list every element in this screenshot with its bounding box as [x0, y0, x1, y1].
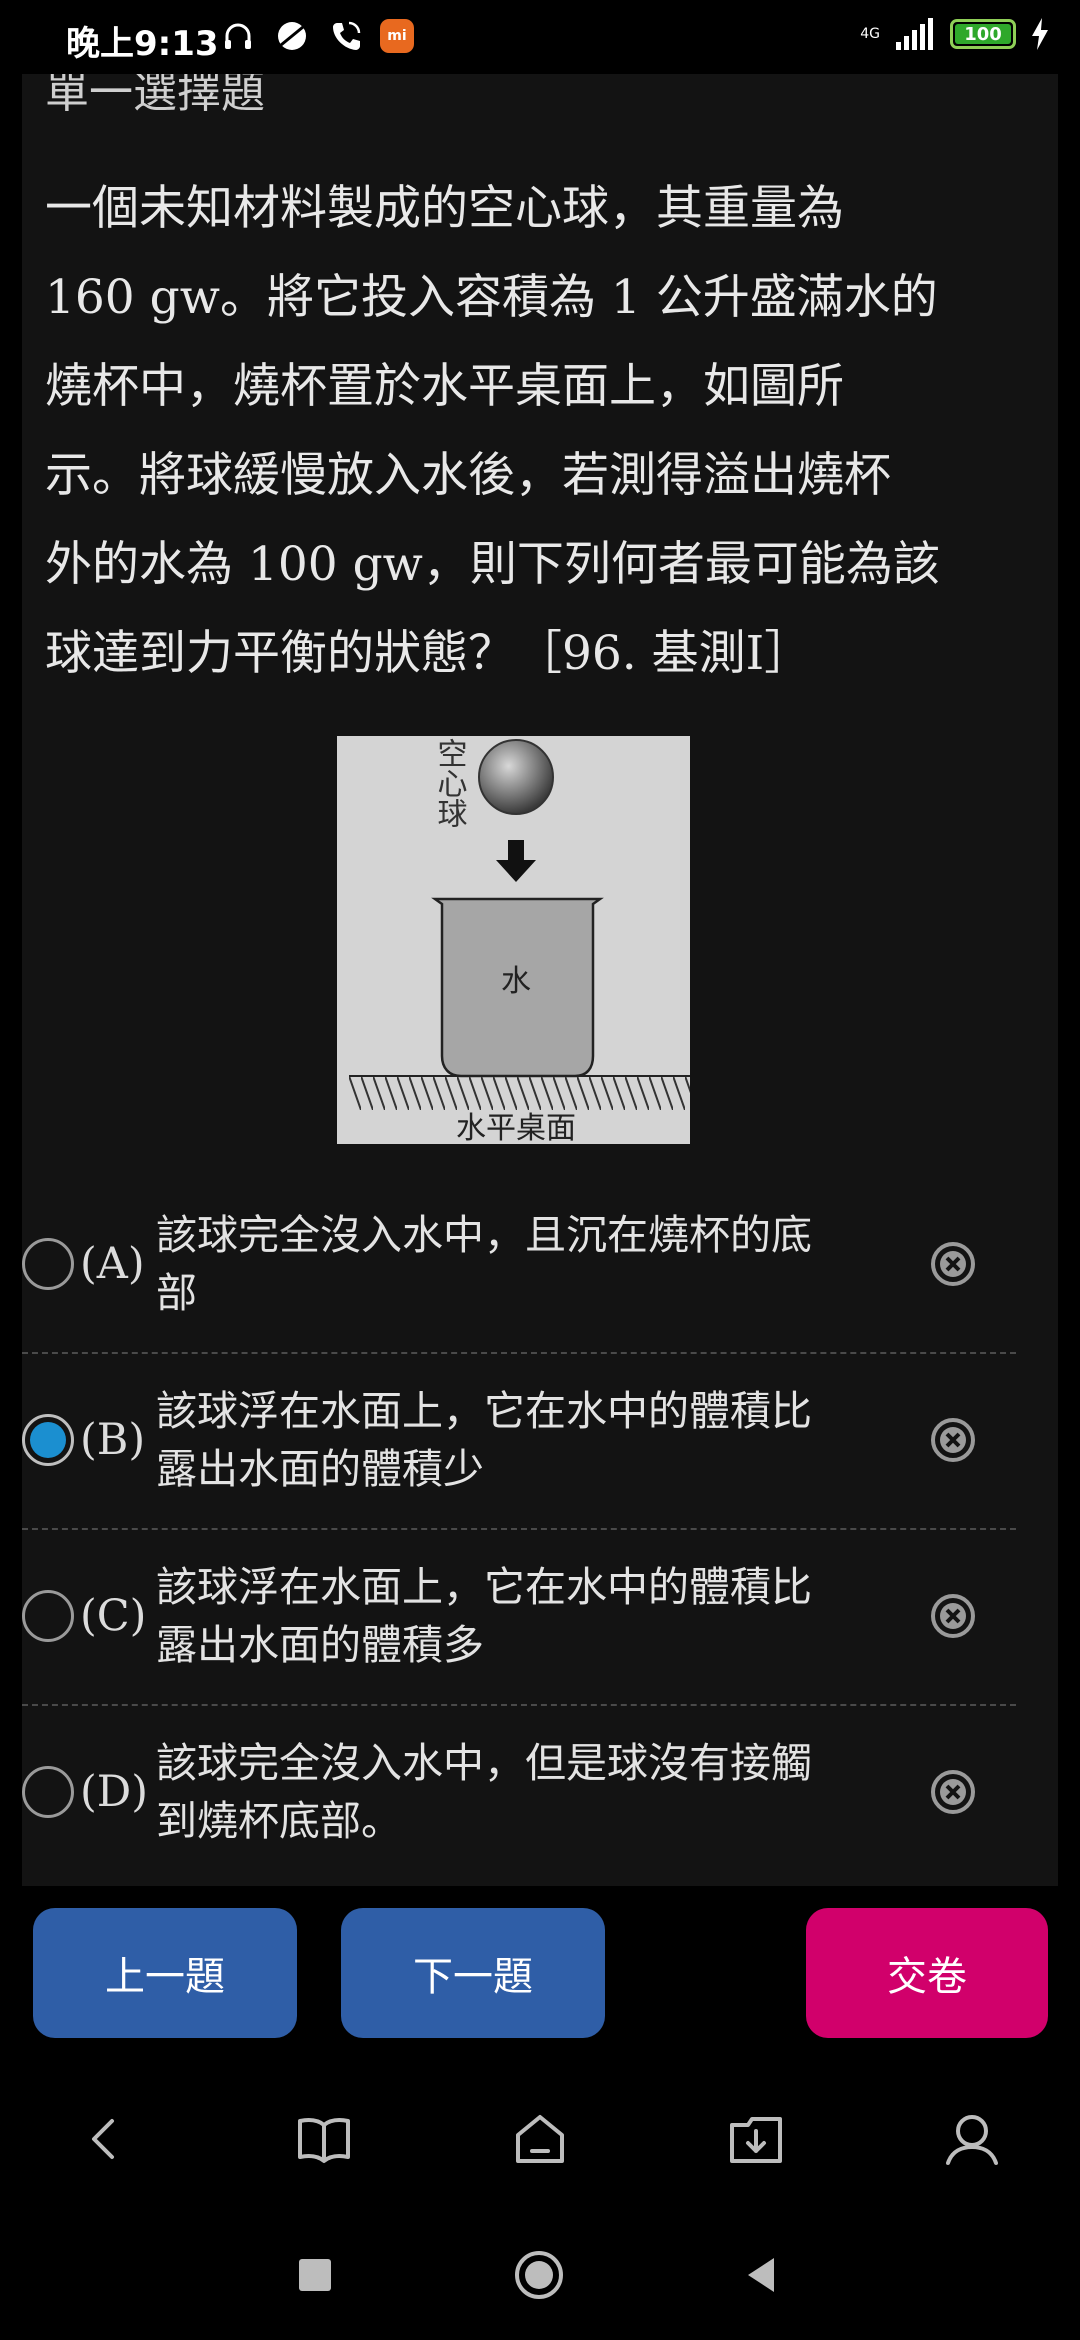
- option-text-line: 該球浮在水面上，它在水中的體積比: [156, 1387, 812, 1435]
- option-text-line: 該球浮在水面上，它在水中的體積比: [156, 1563, 812, 1611]
- beaker-diagram: 空心球 水 水平桌面: [337, 736, 690, 1144]
- headphone-icon: [218, 16, 258, 56]
- download-icon[interactable]: [724, 2107, 788, 2171]
- status-icons-right: 4G 100: [860, 18, 1050, 50]
- ball-label-text: 空心球: [432, 738, 467, 828]
- option-text-line: 到燒杯底部。: [156, 1797, 402, 1845]
- eliminate-option-icon[interactable]: [930, 1241, 976, 1287]
- option-letter: (B): [80, 1415, 146, 1465]
- eliminate-option-icon[interactable]: [930, 1593, 976, 1639]
- profile-icon[interactable]: [940, 2107, 1004, 2171]
- battery-level: 100: [964, 23, 1002, 45]
- browser-toolbar: [0, 2062, 1080, 2212]
- option-letter: (D): [80, 1767, 149, 1817]
- section-title: 單一選擇題: [45, 74, 265, 118]
- question-line: 示。將球緩慢放入水後，若測得溢出燒杯: [45, 448, 891, 503]
- submit-exam-button[interactable]: 交卷: [806, 1908, 1048, 2038]
- table-hatching: [349, 1076, 690, 1110]
- hollow-ball: [478, 739, 554, 815]
- water-label: 水: [501, 964, 531, 999]
- next-question-button[interactable]: 下一題: [341, 1908, 605, 2038]
- network-type: 4G: [860, 26, 880, 42]
- radio-b[interactable]: [22, 1414, 74, 1466]
- home-circle-icon[interactable]: [514, 2250, 564, 2300]
- prev-question-button[interactable]: 上一題: [33, 1908, 297, 2038]
- eliminate-option-icon[interactable]: [930, 1417, 976, 1463]
- back-triangle-icon[interactable]: [738, 2250, 788, 2300]
- ball-label: 空心球: [432, 738, 467, 828]
- sport-ball-icon: [272, 16, 312, 56]
- option-c[interactable]: (C) 該球浮在水面上，它在水中的體積比 露出水面的體積多: [22, 1528, 1016, 1704]
- question-line: 一個未知材料製成的空心球，其重量為: [45, 181, 844, 236]
- mi-app-icon: mi: [380, 19, 414, 53]
- option-b[interactable]: (B) 該球浮在水面上，它在水中的體積比 露出水面的體積少: [22, 1352, 1016, 1528]
- question-text: 一個未知材料製成的空心球，其重量為 160 gw。將它投入容積為 1 公升盛滿水…: [45, 164, 1025, 698]
- question-line: 球達到力平衡的狀態？［96. 基測Ⅰ］: [45, 626, 812, 681]
- option-text: 該球浮在水面上，它在水中的體積比 露出水面的體積少: [156, 1382, 886, 1498]
- status-icons-left: mi: [218, 14, 414, 58]
- status-time: 晚上9:13: [66, 24, 219, 64]
- question-line: 外的水為 100 gw，則下列何者最可能為該: [45, 537, 940, 592]
- question-line: 燒杯中，燒杯置於水平桌面上，如圖所: [45, 359, 844, 414]
- back-icon[interactable]: [74, 2107, 138, 2171]
- option-letter: (A): [80, 1239, 145, 1289]
- radio-d[interactable]: [22, 1766, 74, 1818]
- book-icon[interactable]: [292, 2107, 356, 2171]
- radio-a[interactable]: [22, 1238, 74, 1290]
- option-text: 該球完全沒入水中，但是球沒有接觸 到燒杯底部。: [156, 1734, 886, 1850]
- question-line: 160 gw。將它投入容積為 1 公升盛滿水的: [45, 270, 938, 325]
- home-icon[interactable]: [508, 2107, 572, 2171]
- signal-icon: [896, 18, 933, 50]
- table-label: 水平桌面: [456, 1111, 576, 1144]
- phone-call-icon: [326, 16, 366, 56]
- system-navigation-bar: [0, 2212, 1080, 2340]
- option-text-line: 露出水面的體積少: [156, 1445, 484, 1493]
- option-text-line: 該球完全沒入水中，且沉在燒杯的底: [156, 1211, 812, 1259]
- option-text: 該球浮在水面上，它在水中的體積比 露出水面的體積多: [156, 1558, 886, 1674]
- option-text: 該球完全沒入水中，且沉在燒杯的底 部: [156, 1206, 886, 1322]
- radio-c[interactable]: [22, 1590, 74, 1642]
- eliminate-option-icon[interactable]: [930, 1769, 976, 1815]
- recents-icon[interactable]: [290, 2250, 340, 2300]
- charging-bolt-icon: [1032, 18, 1048, 50]
- option-d[interactable]: (D) 該球完全沒入水中，但是球沒有接觸 到燒杯底部。: [22, 1704, 1016, 1880]
- status-bar: 晚上9:13 mi 4G 100: [0, 0, 1080, 74]
- option-text-line: 部: [156, 1269, 197, 1317]
- battery-icon: 100: [950, 19, 1016, 49]
- option-text-line: 該球完全沒入水中，但是球沒有接觸: [156, 1739, 812, 1787]
- option-a[interactable]: (A) 該球完全沒入水中，且沉在燒杯的底 部: [22, 1176, 1016, 1352]
- option-text-line: 露出水面的體積多: [156, 1621, 484, 1669]
- option-letter: (C): [80, 1591, 147, 1641]
- question-figure: 空心球 水 水平桌面: [337, 736, 690, 1144]
